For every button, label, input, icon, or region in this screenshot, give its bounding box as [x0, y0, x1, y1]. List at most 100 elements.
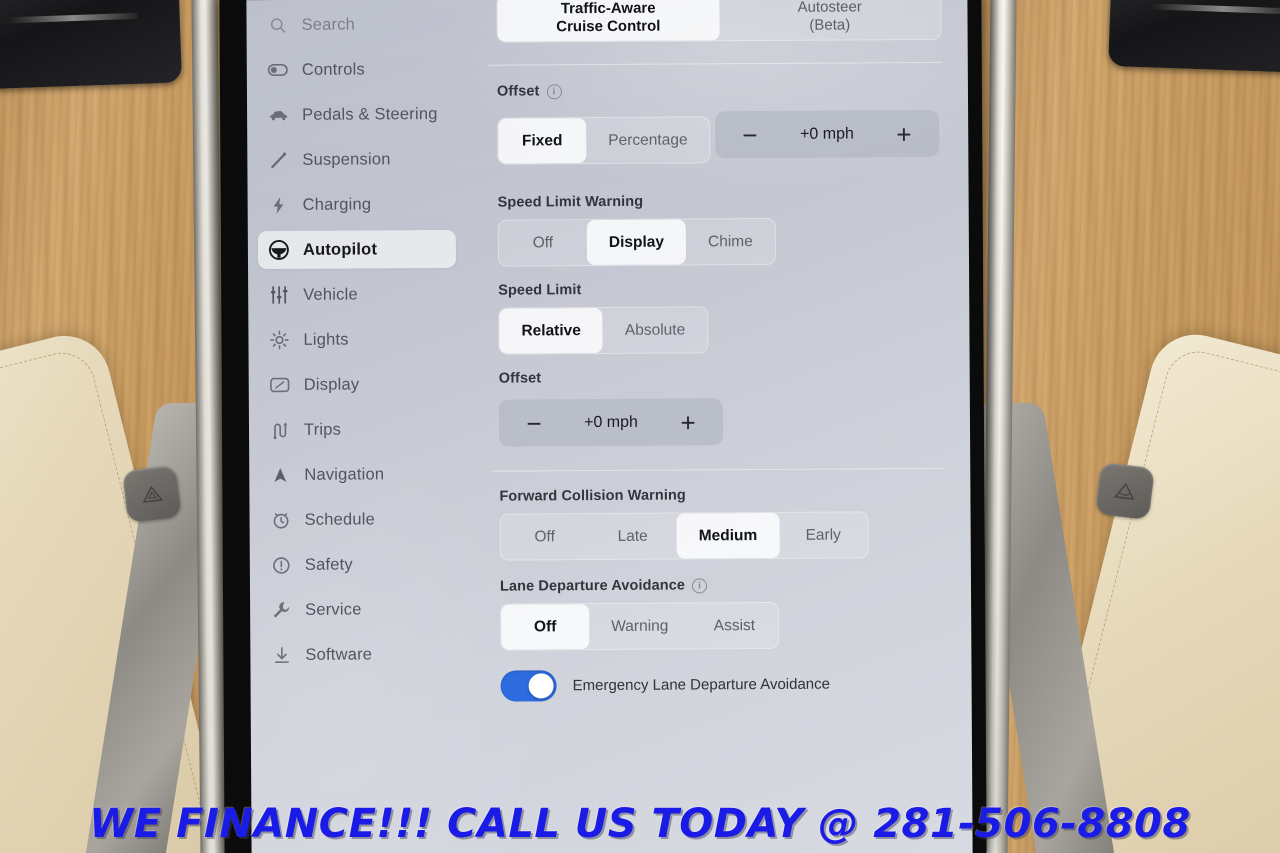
cruise-offset-label-row: Offset i: [497, 81, 942, 100]
speed-limit-offset-label: Offset: [498, 370, 542, 387]
lda-assist[interactable]: Assist: [690, 603, 778, 649]
air-vent-left: [0, 0, 183, 90]
cruise-offset-mode-percentage[interactable]: Percentage: [586, 117, 710, 163]
sun-icon: [268, 329, 290, 351]
speed-limit-offset-increment-button[interactable]: +: [671, 405, 705, 439]
sidebar-item-lights[interactable]: Lights: [258, 320, 456, 359]
suspension-icon: [267, 149, 289, 171]
speed-limit-absolute[interactable]: Absolute: [603, 307, 708, 353]
sidebar-item-label: Service: [305, 599, 362, 619]
forward-collision-warning-label: Forward Collision Warning: [499, 487, 686, 505]
steering-wheel-icon: [268, 239, 290, 261]
display-icon: [269, 374, 291, 396]
fcw-late[interactable]: Late: [589, 514, 677, 560]
fcw-early[interactable]: Early: [779, 512, 867, 558]
speed-limit-warning-label: Speed Limit Warning: [497, 193, 644, 211]
sidebar-item-trips[interactable]: Trips: [259, 410, 457, 449]
speed-limit-label-row: Speed Limit: [498, 280, 943, 299]
sidebar-item-controls[interactable]: Controls: [257, 50, 455, 89]
info-icon[interactable]: i: [691, 577, 708, 593]
cruise-offset-mode-fixed[interactable]: Fixed: [498, 118, 587, 164]
alert-circle-icon: [270, 554, 292, 576]
sidebar-item-label: Trips: [303, 420, 342, 439]
info-icon[interactable]: i: [546, 83, 562, 99]
sidebar-item-label: Controls: [301, 59, 365, 79]
tab-traffic-aware-cruise-control[interactable]: Traffic-Aware Cruise Control: [497, 0, 720, 42]
cruise-offset-increment-button[interactable]: +: [887, 117, 921, 151]
sidebar-item-display[interactable]: Display: [259, 365, 457, 404]
tab-autosteer-beta[interactable]: Autosteer (Beta): [719, 0, 941, 40]
clock-icon: [270, 509, 292, 531]
wrench-icon: [270, 599, 292, 621]
sidebar-item-label: Lights: [303, 330, 349, 349]
tab-label-line2: Cruise Control: [556, 17, 661, 36]
speed-limit-offset-value: +0 mph: [584, 413, 638, 431]
car-interior-scene: Search Controls Pedals & Steering Suspen…: [0, 0, 1280, 853]
sidebar-item-label: Suspension: [302, 149, 391, 169]
sidebar-item-safety[interactable]: Safety: [260, 545, 458, 584]
cruise-offset-decrement-button[interactable]: −: [733, 117, 767, 151]
lda-warning[interactable]: Warning: [589, 603, 690, 649]
cruise-offset-mode-segmented: Fixed Percentage: [497, 116, 711, 165]
sidebar-item-search[interactable]: Search: [256, 5, 454, 44]
forward-collision-warning-segmented: Off Late Medium Early: [499, 511, 869, 561]
cruise-offset-stepper: − +0 mph +: [714, 109, 940, 159]
hazard-lights-button-right[interactable]: [1095, 461, 1155, 521]
emergency-lane-departure-toggle[interactable]: [500, 670, 557, 702]
sidebar-item-label: Software: [305, 644, 373, 664]
sidebar-item-label: Vehicle: [303, 284, 358, 304]
settings-sidebar: Search Controls Pedals & Steering Suspen…: [246, 0, 467, 853]
sidebar-item-charging[interactable]: Charging: [258, 185, 456, 224]
trips-icon: [269, 419, 291, 441]
air-vent-right: [1108, 0, 1280, 74]
touchscreen-bezel: Search Controls Pedals & Steering Suspen…: [219, 0, 987, 853]
speed-limit-offset-stepper: − +0 mph +: [498, 398, 724, 447]
sidebar-item-vehicle[interactable]: Vehicle: [258, 275, 456, 314]
speed-limit-segmented: Relative Absolute: [498, 306, 709, 355]
toggle-icon: [267, 59, 289, 81]
download-icon: [270, 644, 292, 666]
navigation-arrow-icon: [269, 464, 291, 486]
cruise-offset-label: Offset: [496, 83, 540, 100]
sidebar-item-pedals-steering[interactable]: Pedals & Steering: [257, 95, 455, 134]
speed-limit-relative[interactable]: Relative: [499, 307, 604, 354]
sidebar-item-label: Display: [303, 374, 360, 394]
sidebar-item-software[interactable]: Software: [260, 635, 458, 674]
section-divider: [488, 61, 942, 66]
section-divider: [491, 467, 945, 472]
sidebar-item-autopilot[interactable]: Autopilot: [257, 229, 457, 270]
speed-limit-warning-chime[interactable]: Chime: [686, 219, 775, 265]
autopilot-settings-panel: Traffic-Aware Cruise Control Autosteer (…: [462, 0, 972, 853]
speed-limit-offset-decrement-button[interactable]: −: [517, 406, 551, 440]
sidebar-item-label: Autopilot: [302, 239, 378, 259]
speed-limit-offset-label-row: Offset: [498, 368, 944, 387]
sidebar-item-navigation[interactable]: Navigation: [259, 455, 457, 494]
sidebar-item-label: Schedule: [304, 509, 376, 529]
hazard-lights-button-left[interactable]: [122, 464, 182, 524]
lda-off[interactable]: Off: [501, 604, 590, 650]
emergency-lane-departure-label: Emergency Lane Departure Avoidance: [572, 675, 831, 695]
hazard-triangle-icon: [142, 485, 164, 504]
bolt-icon: [268, 194, 290, 216]
hazard-triangle-icon: [1113, 482, 1135, 501]
speed-limit-label: Speed Limit: [498, 282, 582, 299]
sidebar-item-label: Pedals & Steering: [302, 104, 438, 124]
tab-label-line1: Autosteer: [797, 0, 862, 16]
lane-departure-avoidance-label-row: Lane Departure Avoidance i: [500, 576, 945, 595]
speed-limit-warning-segmented: Off Display Chime: [497, 217, 776, 267]
sidebar-item-label: Safety: [304, 555, 353, 574]
tab-label-line2: (Beta): [809, 16, 851, 34]
autopilot-tab-bar: Traffic-Aware Cruise Control Autosteer (…: [496, 0, 942, 43]
speed-limit-warning-off[interactable]: Off: [499, 220, 587, 266]
tab-label-line1: Traffic-Aware: [560, 0, 656, 17]
fcw-medium[interactable]: Medium: [676, 512, 780, 559]
sidebar-item-service[interactable]: Service: [260, 590, 458, 629]
fcw-off[interactable]: Off: [501, 514, 589, 560]
toggle-knob: [528, 673, 554, 699]
tesla-touchscreen: Search Controls Pedals & Steering Suspen…: [246, 0, 973, 853]
speed-limit-warning-display[interactable]: Display: [586, 219, 687, 266]
sidebar-item-suspension[interactable]: Suspension: [257, 140, 455, 179]
forward-collision-warning-label-row: Forward Collision Warning: [499, 486, 944, 505]
sidebar-item-schedule[interactable]: Schedule: [259, 500, 457, 539]
sidebar-item-label: Charging: [302, 194, 372, 214]
